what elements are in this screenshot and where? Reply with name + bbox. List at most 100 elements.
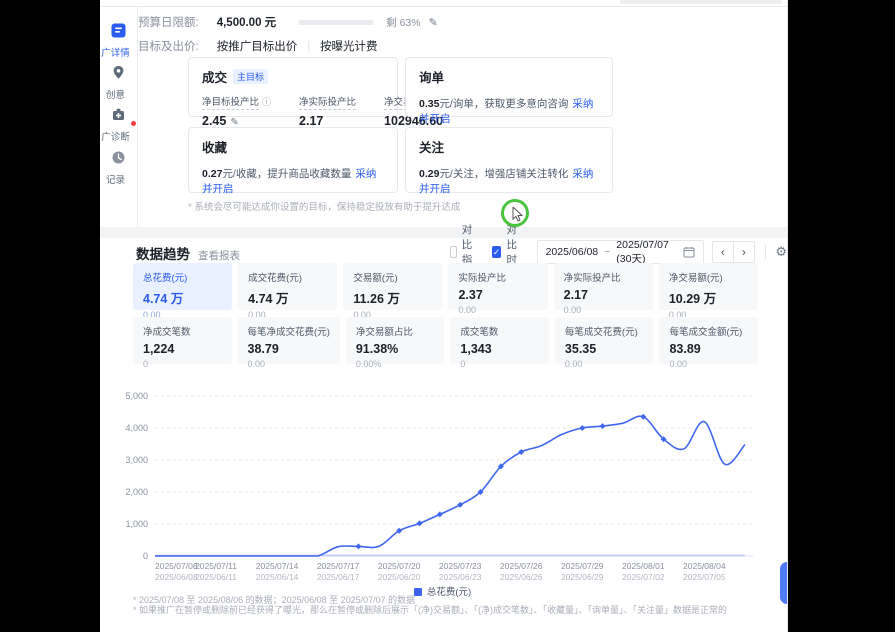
metric-compare-value: 0.00 — [564, 305, 643, 315]
trend-chart: 01,0002,0003,0004,0005,0002025/07/082025… — [120, 388, 765, 588]
bidding-option-exposure[interactable]: 按曝光计费 — [320, 38, 378, 54]
content-area: 广详情创意广诊断记录 预算日限额: 4,500.00 元 剩 63% ✎ 目标及… — [100, 0, 788, 632]
svg-text:2025/08/01: 2025/08/01 — [622, 561, 665, 571]
metric-value: 1,224 — [143, 342, 222, 356]
goal-deal-stats: 净目标投产比ⓘ 2.45✎ 净实际投产比 2.17 净交易额(元) 102946… — [202, 94, 384, 128]
bidding-option-goal[interactable]: 按推广目标出价 — [217, 38, 298, 54]
metric-cards-row2: 净成交笔数1,2240每笔净成交花费(元)38.790.00净交易额占比91.3… — [133, 317, 758, 364]
diagnosis-icon — [111, 107, 126, 122]
metric-value: 11.26 万 — [353, 288, 432, 307]
metric-row2-card-5[interactable]: 每笔成交花费(元)35.350.00 — [555, 317, 654, 364]
svg-text:3,000: 3,000 — [125, 455, 148, 465]
goal-card-deal: 成交 主目标 净目标投产比ⓘ 2.45✎ 净实际投产比 2.17 净交易额(元)… — [188, 57, 398, 117]
date-end: 2025/07/07 (30天) — [616, 239, 669, 266]
svg-text:2025/07/26: 2025/07/26 — [500, 561, 543, 571]
metric-value: 35.35 — [565, 342, 644, 356]
budget-edit-icon[interactable]: ✎ — [429, 16, 438, 29]
budget-progress-bar — [298, 20, 374, 25]
section-gap — [100, 227, 787, 238]
metric-compare-value: 0.00% — [356, 359, 435, 369]
metric-value: 2.17 — [564, 288, 643, 302]
metric-compare-value: 0.00 — [669, 359, 748, 369]
letterbox-left — [0, 0, 100, 632]
top-scrollbar[interactable] — [620, 0, 782, 4]
price: 0.27 — [202, 168, 222, 180]
svg-text:2025/07/29: 2025/07/29 — [561, 561, 604, 571]
trend-chart-wrap: 01,0002,0003,0004,0005,0002025/07/082025… — [120, 388, 765, 593]
metric-label: 净交易额(元) — [669, 270, 748, 284]
sidebar-item-3[interactable]: 广诊断 — [100, 107, 137, 143]
sidebar-item-label: 广详情 — [100, 45, 134, 59]
budget-row: 预算日限额: 4,500.00 元 剩 63% ✎ — [138, 15, 438, 29]
compare-metric-checkbox[interactable] — [450, 246, 457, 258]
goal-inquiry-desc: 0.35元/询单，获取更多意向咨询采纳并开启 — [419, 96, 599, 126]
date-pager: ‹ › — [712, 241, 755, 263]
metric-value: 38.79 — [248, 342, 330, 356]
bidding-row: 目标及出价: 按推广目标出价 | 按曝光计费 — [138, 39, 378, 53]
history-icon — [111, 150, 126, 165]
stat-value: 2.45 — [202, 114, 226, 128]
svg-text:5,000: 5,000 — [125, 391, 148, 401]
metric-row1-card-1[interactable]: 总花费(元)4.74 万0.00 — [133, 263, 232, 310]
svg-text:2025/06/11: 2025/06/11 — [195, 572, 237, 582]
sidebar-item-2[interactable]: 创意 — [100, 65, 137, 101]
svg-text:2025/07/14: 2025/07/14 — [256, 561, 299, 571]
metric-row2-card-6[interactable]: 每笔成交金额(元)83.890.00 — [659, 317, 758, 364]
metric-row1-card-4[interactable]: 实际投产比2.370.00 — [448, 263, 547, 310]
stat-label: 净目标投产比 — [202, 97, 259, 110]
metric-value: 4.74 万 — [248, 288, 327, 307]
bidding-separator: | — [307, 40, 310, 52]
sidebar-rail: 广详情创意广诊断记录 — [100, 7, 138, 228]
desc-text: 元/关注，增强店铺关注转化 — [439, 168, 568, 180]
stat-label: 净实际投产比 — [299, 97, 356, 110]
svg-text:0: 0 — [143, 551, 148, 561]
svg-text:2025/07/20: 2025/07/20 — [378, 561, 421, 571]
svg-text:2025/07/05: 2025/07/05 — [683, 572, 726, 582]
letterbox-right — [788, 0, 895, 632]
budget-remaining: 剩 63% — [386, 15, 420, 30]
metric-row1-card-2[interactable]: 成交花费(元)4.74 万0.00 — [238, 263, 337, 310]
metric-row2-card-3[interactable]: 净交易额占比91.38%0.00% — [346, 317, 445, 364]
floating-feedback-button[interactable] — [780, 562, 788, 604]
deal-stat-target-roi: 净目标投产比ⓘ 2.45✎ — [202, 94, 283, 128]
stat-value: 2.17 — [299, 114, 356, 128]
trend-controls: 对比指标 ✓ 对比时间 2025/06/08 ~ 2025/07/07 (30天… — [450, 240, 787, 264]
next-period-button[interactable]: › — [733, 241, 755, 263]
date-range-input[interactable]: 2025/06/08 ~ 2025/07/07 (30天) — [537, 240, 704, 264]
metric-label: 净实际投产比 — [564, 270, 643, 284]
metric-row2-card-2[interactable]: 每笔净成交花费(元)38.790.00 — [238, 317, 340, 364]
metric-compare-value: 0.00 — [565, 359, 644, 369]
goal-favorite-title: 收藏 — [202, 137, 384, 156]
metric-row1-card-3[interactable]: 交易额(元)11.26 万0.00 — [343, 263, 442, 310]
budget-label: 预算日限额: — [138, 14, 199, 30]
prev-period-button[interactable]: ‹ — [712, 241, 734, 263]
metric-row1-card-6[interactable]: 净交易额(元)10.29 万0.00 — [659, 263, 758, 310]
metric-value: 1,343 — [460, 342, 539, 356]
metric-label: 每笔净成交花费(元) — [248, 324, 330, 338]
metric-row1-card-5[interactable]: 净实际投产比2.170.00 — [554, 263, 653, 310]
svg-text:2025/06/20: 2025/06/20 — [378, 572, 421, 582]
metric-label: 成交笔数 — [460, 324, 539, 338]
calendar-icon[interactable] — [683, 246, 695, 258]
trend-header: 数据趋势 查看报表 — [136, 243, 240, 263]
metric-label: 成交花费(元) — [248, 270, 327, 284]
metric-value: 83.89 — [669, 342, 748, 356]
goal-card-inquiry: 询单 0.35元/询单，获取更多意向咨询采纳并开启 — [405, 57, 613, 117]
goal-card-favorite: 收藏 0.27元/收藏，提升商品收藏数量采纳并开启 — [188, 127, 398, 193]
compare-time-checkbox[interactable]: ✓ — [492, 246, 502, 258]
sidebar-item-1[interactable]: 广详情 — [100, 23, 137, 59]
goal-deal-title-row: 成交 主目标 — [202, 67, 384, 86]
price: 0.35 — [419, 98, 439, 110]
metric-label: 净成交笔数 — [143, 324, 222, 338]
notification-dot — [131, 121, 136, 126]
svg-text:2025/07/11: 2025/07/11 — [195, 561, 237, 571]
metric-row2-card-4[interactable]: 成交笔数1,3430 — [450, 317, 549, 364]
goal-follow-title: 关注 — [419, 137, 599, 156]
metric-label: 每笔成交花费(元) — [565, 324, 644, 338]
metric-row2-card-1[interactable]: 净成交笔数1,2240 — [133, 317, 232, 364]
view-report-link[interactable]: 查看报表 — [198, 248, 240, 263]
svg-text:2025/07/08: 2025/07/08 — [155, 561, 198, 571]
sidebar-item-4[interactable]: 记录 — [100, 150, 137, 186]
settings-gear-icon[interactable]: ⚙ — [775, 244, 787, 260]
sidebar-item-label: 记录 — [100, 172, 134, 186]
